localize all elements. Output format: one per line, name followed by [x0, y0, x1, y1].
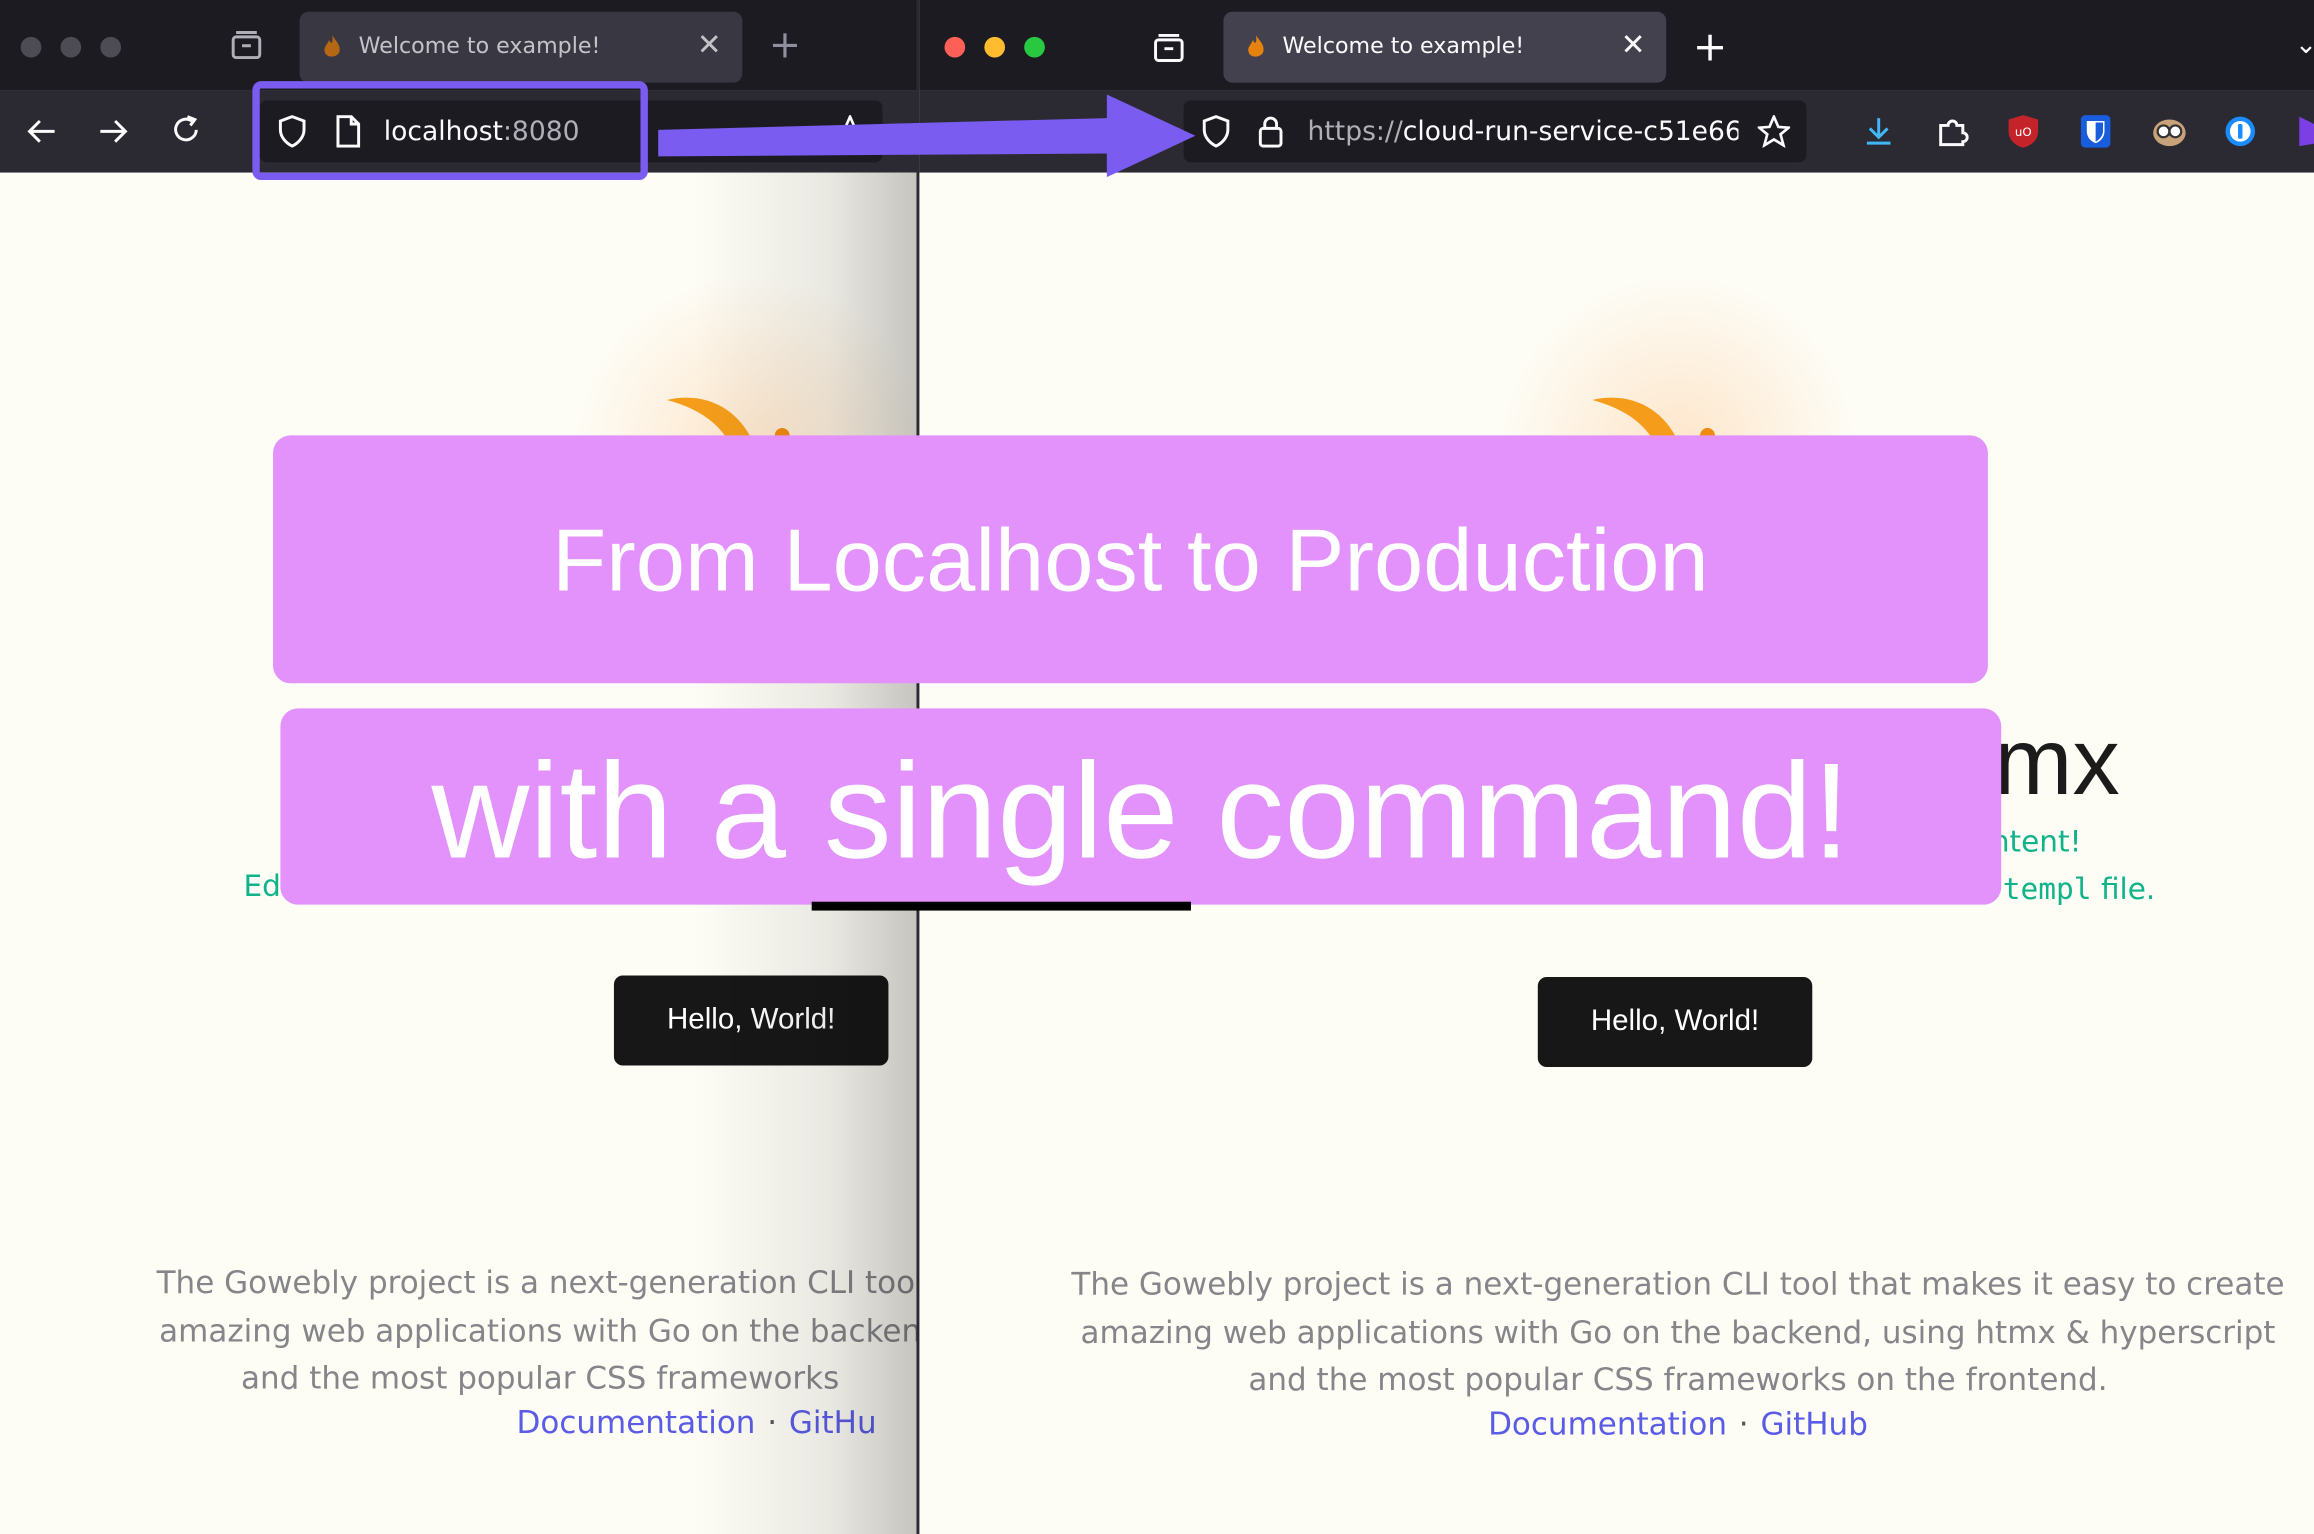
tab-welcome[interactable]: Welcome to example! ✕ [299, 11, 743, 83]
emphasis-underline [812, 901, 1191, 911]
footer-links: Documentation · GitHub [1058, 1406, 2298, 1441]
emphasis-word: single [812, 735, 1191, 911]
extension-overflow-icon[interactable] [2296, 114, 2314, 157]
minimize-dot[interactable] [984, 36, 1006, 58]
project-description: The Gowebly project is a next-generation… [1071, 1266, 2285, 1398]
star-icon[interactable] [1755, 113, 1793, 155]
lock-icon[interactable] [1257, 115, 1284, 155]
tab-bar: Welcome to example! ✕ + ⌄ [919, 0, 2314, 91]
forward-arrow-icon[interactable] [97, 115, 129, 155]
extensions-icon[interactable] [1936, 115, 1969, 155]
bitwarden-icon[interactable] [2079, 114, 2111, 157]
privacy-badger-icon[interactable] [2152, 115, 2187, 155]
documentation-link[interactable]: Documentation [517, 1405, 756, 1440]
url-highlight-box [252, 81, 648, 181]
link-separator: · [1738, 1406, 1749, 1442]
github-link[interactable]: GitHu [789, 1405, 877, 1440]
edit-hint-text: Ed [243, 867, 281, 904]
tab-overview-icon[interactable] [230, 30, 262, 70]
flame-favicon-icon [1247, 35, 1265, 59]
tab-bar: Welcome to example! ✕ + [0, 0, 918, 91]
edit-hint-line1: ntent! [1990, 823, 2082, 859]
edit-hint-line2: .templ file. [1984, 870, 2156, 907]
svg-text:uO: uO [2015, 125, 2032, 139]
download-icon[interactable] [1862, 115, 1894, 155]
headline-banner: From Localhost to Production [273, 435, 1988, 684]
subheadline-banner: with a single command! [280, 708, 2002, 911]
flame-favicon-icon [323, 35, 341, 59]
maximize-dot[interactable] [1024, 36, 1045, 58]
tab-list-chevron-icon[interactable]: ⌄ [2295, 32, 2314, 59]
new-tab-icon[interactable]: + [1693, 26, 1728, 68]
url-bar[interactable]: https://cloud-run-service-c51e667 [1183, 100, 1807, 163]
reload-icon[interactable] [170, 114, 202, 154]
close-dot[interactable] [944, 36, 966, 58]
documentation-link[interactable]: Documentation [1488, 1406, 1727, 1441]
onepassword-icon[interactable] [2224, 115, 2256, 155]
hello-world-button[interactable]: Hello, World! [613, 975, 889, 1066]
back-arrow-icon[interactable] [25, 115, 57, 155]
minimize-dot[interactable] [60, 36, 82, 58]
close-dot[interactable] [20, 36, 42, 58]
tab-close-icon[interactable]: ✕ [697, 27, 722, 62]
tab-welcome[interactable]: Welcome to example! ✕ [1223, 11, 1667, 83]
screenshot-stage: Welcome to example! ✕ + localhost:8080 E… [0, 0, 2314, 1534]
tab-title: Welcome to example! [358, 32, 601, 60]
url-text-clip: https://cloud-run-service-c51e667 [1308, 100, 1739, 162]
maximize-dot[interactable] [100, 36, 122, 58]
page-heading: mx [1993, 708, 2120, 815]
github-link[interactable]: GitHub [1760, 1406, 1867, 1441]
arrow-icon [658, 94, 1196, 178]
footer-links: Documentation · GitHu [77, 1405, 918, 1440]
hello-world-button[interactable]: Hello, World! [1537, 976, 1813, 1068]
tab-overview-icon[interactable] [1153, 32, 1185, 72]
ublock-icon[interactable]: uO [2007, 114, 2039, 157]
tab-close-icon[interactable]: ✕ [1621, 27, 1646, 62]
url-text[interactable]: https://cloud-run-service-c51e667 [1308, 117, 1739, 148]
new-tab-icon[interactable]: + [769, 27, 801, 65]
project-description: The Gowebly project is a next-generation… [156, 1264, 918, 1397]
tab-title: Welcome to example! [1282, 32, 1525, 60]
shield-icon[interactable] [1201, 115, 1231, 155]
link-separator: · [767, 1404, 778, 1441]
